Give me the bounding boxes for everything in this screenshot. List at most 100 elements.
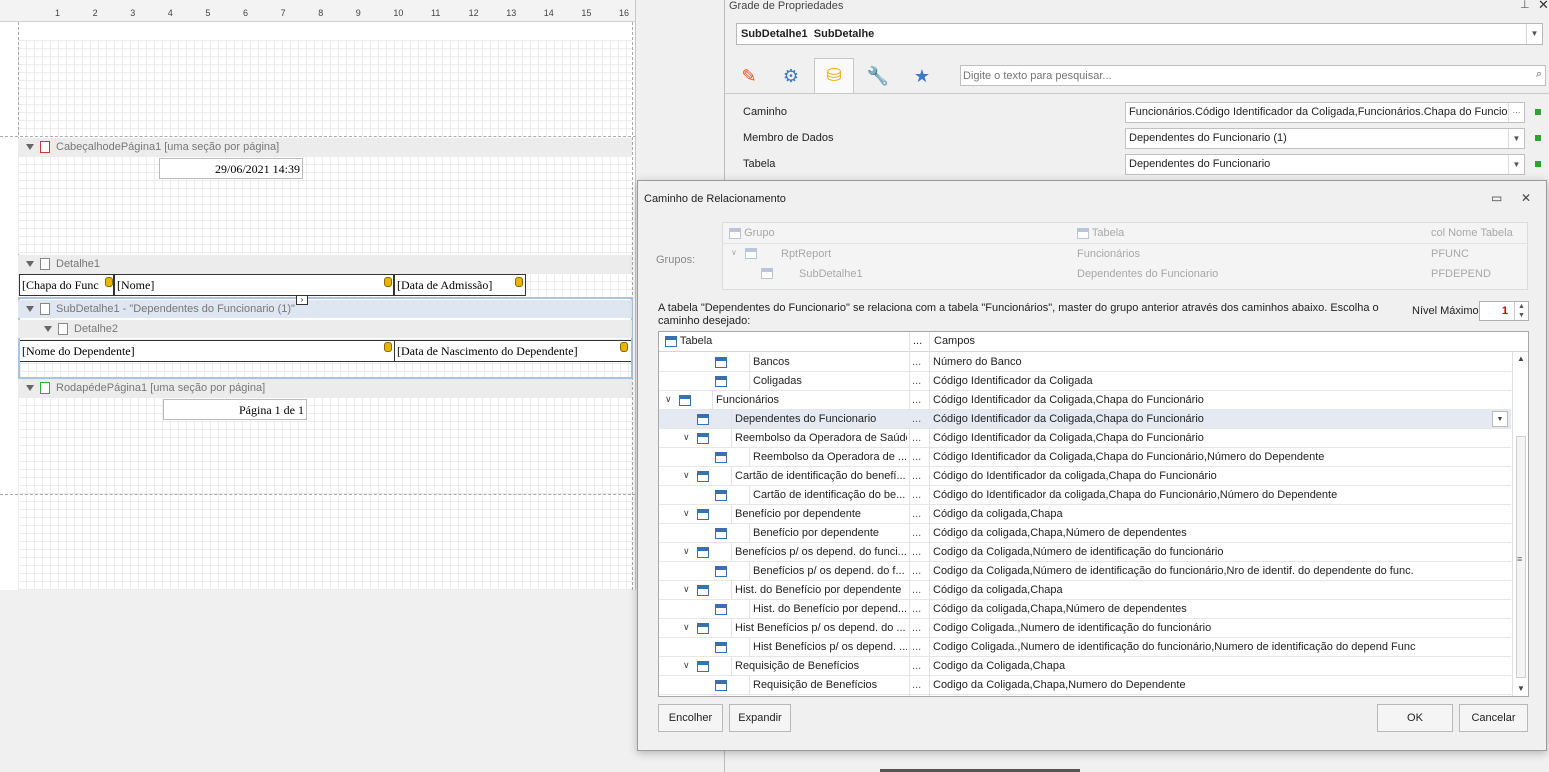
subdetail1-band[interactable]: SubDetalhe1 - "Dependentes do Funcionari…	[18, 300, 632, 318]
property-row-tabela[interactable]: Tabela Dependentes do Funcionario ▼	[743, 153, 1541, 177]
chevron-down-icon[interactable]: ∨	[683, 546, 690, 557]
tree-row[interactable]: Dependentes do Funcionario... Código Iden…	[659, 410, 1511, 429]
tree-row[interactable]: Bancos... Número do Banco	[659, 353, 1511, 372]
collapse-button[interactable]: Encolher	[658, 704, 723, 732]
tree-row[interactable]: ∨ Cartão de identificação do benefí......…	[659, 467, 1511, 486]
page-footer-band[interactable]: RodapédePágina1 [uma seção por página]	[18, 379, 632, 397]
tree-row-dots[interactable]: ...	[912, 584, 921, 596]
tree-row[interactable]: Reembolso da Operadora de ...... Código I…	[659, 448, 1511, 467]
search-icon[interactable]: ⌕	[1536, 68, 1542, 81]
tree-row-dots[interactable]: ...	[912, 413, 921, 425]
tree-row-dots[interactable]: ...	[912, 603, 921, 615]
vertical-scrollbar[interactable]: ▲ ≡ ▼	[1512, 352, 1528, 696]
tree-row-dots[interactable]: ...	[912, 565, 921, 577]
chevron-down-icon[interactable]: ∨	[683, 622, 690, 633]
tree-row-dots[interactable]: ...	[912, 451, 921, 463]
nome-dependente-field[interactable]: [Nome do Dependente]	[20, 340, 394, 362]
tree-row[interactable]: ∨ Requisição de Benefícios... Codigo da Co…	[659, 657, 1511, 676]
chapa-field[interactable]: [Chapa do Func	[19, 274, 114, 296]
tree-row[interactable]: ∨ Benefícios p/ os depend. do funci......…	[659, 543, 1511, 562]
tree-row[interactable]: Benefícios p/ os depend. do f...... Codig…	[659, 562, 1511, 581]
tree-row-dots[interactable]: ...	[912, 679, 921, 691]
chevron-down-icon[interactable]: ∨	[683, 432, 690, 443]
max-level-spinner[interactable]: 1 ▲ ▼	[1479, 301, 1529, 321]
tree-row[interactable]: ∨ Hist Benefícios p/ os depend. do ......…	[659, 619, 1511, 638]
chevron-down-icon[interactable]: ∨	[683, 470, 690, 481]
collapse-icon[interactable]	[26, 306, 34, 313]
restore-icon[interactable]: ▭	[1491, 191, 1502, 205]
pin-icon[interactable]: ⊥	[1520, 0, 1530, 11]
tree-row-dots[interactable]: ...	[912, 527, 921, 539]
ellipsis-button[interactable]: ···	[1508, 103, 1524, 122]
favorites-tab[interactable]: ★	[902, 60, 942, 92]
scroll-up-icon[interactable]: ▲	[1517, 354, 1525, 363]
tree-row-dots[interactable]: ...	[912, 622, 921, 634]
chevron-down-icon[interactable]: ∨	[683, 660, 690, 671]
relationship-path-dialog[interactable]: Caminho de Relacionamento ▭ ✕ Grupos: Gr…	[637, 180, 1547, 751]
search-input[interactable]	[963, 67, 1523, 84]
tree-row-dots[interactable]: ...	[912, 546, 921, 558]
property-row-caminho[interactable]: Caminho Funcionários.Código Identificado…	[743, 101, 1541, 125]
detail2-band[interactable]: Detalhe2	[18, 320, 632, 338]
date-field[interactable]: 29/06/2021 14:39	[159, 158, 303, 179]
cancel-button[interactable]: Cancelar	[1459, 704, 1528, 732]
tree-row-dots[interactable]: ...	[912, 394, 921, 406]
detail1-band[interactable]: Detalhe1	[18, 255, 632, 273]
tree-row-campos: Código Identificador da Coligada,Chapa d…	[933, 451, 1325, 463]
behavior-tab[interactable]: ⚙	[771, 60, 811, 92]
search-box[interactable]: ⌕	[960, 65, 1546, 86]
tree-row-dots[interactable]: ...	[912, 489, 921, 501]
tree-row[interactable]: ∨ Benefício por dependente... Código da co…	[659, 505, 1511, 524]
smart-tag-icon[interactable]: ›	[296, 295, 308, 305]
tree-row[interactable]: Benefício por dependente... Código da col…	[659, 524, 1511, 543]
chevron-down-icon[interactable]: ▼	[1508, 129, 1524, 148]
data-admissao-field[interactable]: [Data de Admissão]	[394, 274, 526, 296]
property-row-membro[interactable]: Membro de Dados Dependentes do Funcionar…	[743, 127, 1541, 151]
tree-row[interactable]: Hist. do Benefício por depend...... Códig…	[659, 600, 1511, 619]
object-selector[interactable]: SubDetalhe1 SubDetalhe ▼	[736, 23, 1543, 45]
tree-row[interactable]: Cartão de identificação do be...... Códig…	[659, 486, 1511, 505]
tree-row-dots[interactable]: ...	[912, 660, 921, 672]
property-value[interactable]: Dependentes do Funcionario ▼	[1125, 154, 1525, 175]
pagina-field[interactable]: Página 1 de 1	[163, 399, 307, 420]
chevron-down-icon[interactable]: ∨	[683, 508, 690, 519]
property-value[interactable]: Dependentes do Funcionario (1) ▼	[1125, 128, 1525, 149]
chevron-down-icon[interactable]: ∨	[665, 394, 672, 405]
report-designer[interactable]: 123456789101112131415161718 CabeçalhodeP…	[0, 0, 636, 590]
tree-row-dots[interactable]: ...	[912, 641, 921, 653]
chevron-down-icon[interactable]: ∨	[683, 584, 690, 595]
layout-tab[interactable]: 🔧	[858, 60, 898, 92]
tree-row[interactable]: Hist Benefícios p/ os depend. ...... Codi…	[659, 638, 1511, 657]
chevron-down-icon[interactable]: ▼	[1492, 411, 1508, 427]
collapse-icon[interactable]	[26, 385, 34, 392]
tree-row-dots[interactable]: ...	[912, 375, 921, 387]
tree-row[interactable]: ∨ Reembolso da Operadora de Saúde... Códig…	[659, 429, 1511, 448]
collapse-icon[interactable]	[26, 144, 34, 151]
relationship-tree[interactable]: Tabela ... Campos Bancos... Número do Ban…	[658, 331, 1529, 697]
tree-row-dots[interactable]: ...	[912, 432, 921, 444]
scroll-down-icon[interactable]: ▼	[1517, 684, 1525, 693]
tree-row[interactable]: Requisição de Benefícios... Codigo da Col…	[659, 676, 1511, 695]
property-value[interactable]: Funcionários.Código Identificador da Col…	[1125, 102, 1525, 123]
collapse-icon[interactable]	[26, 261, 34, 268]
tree-row[interactable]: ∨ Funcionários... Código Identificador da …	[659, 391, 1511, 410]
data-nascimento-field[interactable]: [Data de Nascimento do Dependente]	[394, 340, 631, 362]
nome-field[interactable]: [Nome]	[114, 274, 394, 296]
tree-row[interactable]: ∨ Hist. do Benefício por dependente... Cód…	[659, 581, 1511, 600]
ok-button[interactable]: OK	[1377, 704, 1453, 732]
tree-row-dots[interactable]: ...	[912, 508, 921, 520]
close-icon[interactable]: ✕	[1538, 0, 1549, 13]
close-icon[interactable]: ✕	[1521, 191, 1531, 205]
expand-button[interactable]: Expandir	[729, 704, 791, 732]
page-header-band[interactable]: CabeçalhodePágina1 [uma seção por página…	[18, 138, 632, 156]
spinner-arrows-icon[interactable]: ▲ ▼	[1514, 302, 1528, 320]
appearance-tab[interactable]: ✎	[729, 60, 769, 92]
tree-row-campos: Código da coligada,Chapa,Número de depen…	[933, 527, 1187, 539]
tree-row-dots[interactable]: ...	[912, 356, 921, 368]
data-tab[interactable]: ⛁	[814, 58, 854, 94]
collapse-icon[interactable]	[44, 326, 52, 333]
tree-row-dots[interactable]: ...	[912, 470, 921, 482]
chevron-down-icon[interactable]: ▼	[1508, 155, 1524, 174]
chevron-down-icon[interactable]: ▼	[1526, 24, 1542, 44]
tree-row[interactable]: Coligadas... Código Identificador da Coli…	[659, 372, 1511, 391]
